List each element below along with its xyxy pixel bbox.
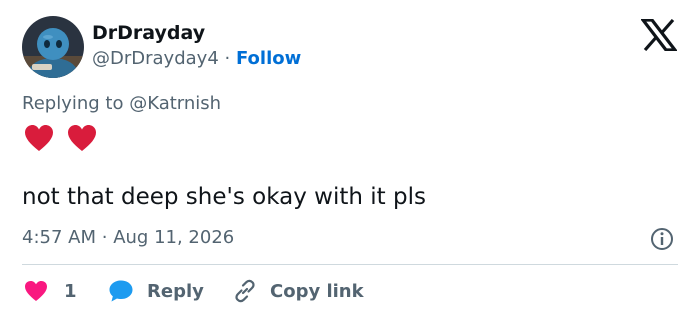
timestamp-separator: · [101,227,108,248]
author-handle[interactable]: @DrDrayday4 [92,48,219,69]
info-icon[interactable] [650,227,674,251]
reply-button[interactable]: Reply [108,276,204,306]
copy-link-label: Copy link [270,280,364,302]
author-handle-row: @DrDrayday4 · Follow [92,48,301,69]
avatar[interactable] [22,16,84,78]
handle-separator: · [224,48,231,69]
x-logo-icon[interactable] [639,18,679,52]
replying-to: Replying to @Katrnish [22,93,221,114]
replying-to-label: Replying to [22,93,124,114]
like-count: 1 [64,280,77,302]
action-bar: 1 Reply Copy link [22,276,678,306]
reply-bubble-icon [109,280,133,302]
heart-emoji-icon [68,125,96,151]
tweet-timestamp[interactable]: 4:57 AM · Aug 11, 2026 [22,227,234,248]
like-button[interactable]: 1 [24,276,77,306]
tweet-text: not that deep she's okay with it pls [22,184,426,210]
author-name[interactable]: DrDrayday [92,22,205,44]
tweet-date: Aug 11, 2026 [113,227,235,248]
heart-emoji-icon [25,125,53,151]
avatar-image [22,16,84,78]
divider [22,264,678,265]
copy-link-button[interactable]: Copy link [232,276,364,306]
tweet-time: 4:57 AM [22,227,96,248]
replying-to-mention[interactable]: @Katrnish [129,93,221,114]
like-heart-icon [25,281,47,301]
link-icon [235,279,255,303]
tweet-card: DrDrayday @DrDrayday4 · Follow Replying … [0,0,700,318]
follow-button[interactable]: Follow [236,48,301,69]
reply-label: Reply [147,280,204,302]
